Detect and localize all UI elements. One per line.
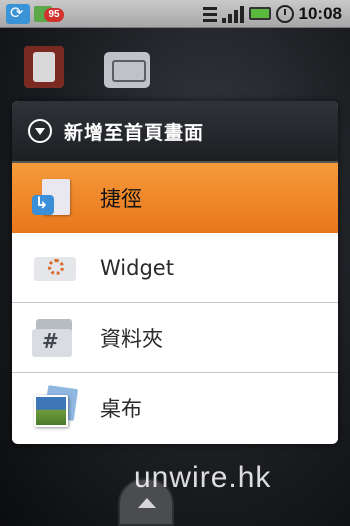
menu-item-shortcut[interactable]: 捷徑	[12, 163, 338, 233]
shortcut-icon	[32, 177, 78, 219]
contacts-app-icon[interactable]	[24, 46, 64, 88]
menu-item-widget[interactable]: Widget	[12, 233, 338, 303]
menu-item-wallpaper[interactable]: 桌布	[12, 373, 338, 443]
menu-item-label: 桌布	[100, 397, 142, 421]
notification-badge: 95	[44, 7, 64, 22]
battery-icon	[248, 7, 271, 20]
signal-icon	[221, 4, 244, 24]
alarm-icon	[275, 4, 294, 23]
dialog-header: 新增至首頁畫面	[12, 101, 338, 163]
status-bar: 95 10:08	[0, 0, 350, 28]
menu-item-label: 資料夾	[100, 326, 163, 351]
add-to-home-dialog: 新增至首頁畫面 捷徑 Widget # 資料夾 桌布	[12, 101, 338, 444]
menu-item-label: Widget	[100, 255, 174, 280]
menu-item-label: 捷徑	[100, 187, 142, 211]
menu-item-folder[interactable]: # 資料夾	[12, 303, 338, 373]
watermark: unwire.hk	[134, 461, 272, 494]
messaging-app-icon[interactable]	[104, 52, 150, 88]
dialog-title: 新增至首頁畫面	[64, 121, 205, 144]
sync-icon	[6, 3, 30, 24]
wallpaper-icon	[32, 385, 79, 429]
clock: 10:08	[298, 3, 342, 23]
dropdown-circle-icon	[28, 119, 52, 143]
widget-icon	[32, 247, 78, 289]
notification-icon[interactable]: 95	[34, 4, 64, 24]
wifi-icon	[202, 4, 217, 24]
folder-icon: #	[32, 317, 78, 359]
